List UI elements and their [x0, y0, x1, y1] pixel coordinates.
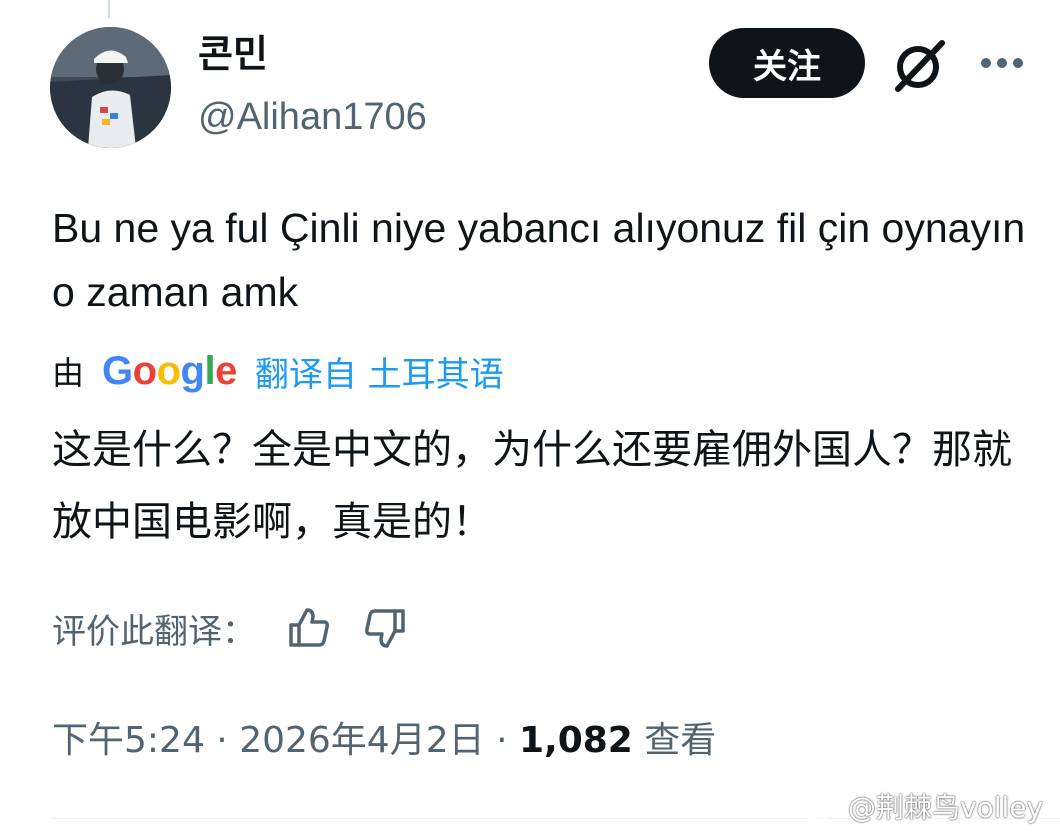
watermark-text: @荆棘鸟volley	[848, 791, 1044, 824]
meta-separator: ·	[484, 720, 519, 761]
tweet-text: Bu ne ya ful Çinli niye yabancı alıyonuz…	[52, 205, 1026, 315]
follow-button[interactable]: 关注	[709, 28, 865, 98]
weibo-logo-icon	[801, 793, 840, 822]
translation-attribution: 由 Google 翻译自 土耳其语	[52, 346, 504, 396]
author-display-name[interactable]: 콘민	[198, 30, 268, 80]
tweet-date[interactable]: 2026年4月2日	[239, 720, 484, 761]
tweet-meta: 下午5:24 · 2026年4月2日 · 1,082 查看	[52, 713, 716, 769]
translated-from-link[interactable]: 翻译自 土耳其语	[255, 347, 504, 396]
meta-separator: ·	[204, 720, 240, 761]
more-icon[interactable]	[978, 50, 1026, 76]
grok-icon[interactable]	[890, 35, 950, 95]
views-count: 1,082	[518, 720, 633, 761]
tweet-time[interactable]: 下午5:24	[52, 720, 205, 761]
avatar[interactable]	[50, 27, 171, 148]
translated-by-label: 由	[52, 354, 85, 392]
thumbs-down-icon[interactable]	[362, 605, 408, 651]
google-logo: Google	[102, 348, 237, 393]
author-handle[interactable]: @Alihan1706	[198, 94, 427, 140]
thumbs-up-icon[interactable]	[286, 605, 332, 651]
rate-translation-row: 评价此翻译：	[52, 600, 438, 656]
thread-connector-line	[108, 0, 110, 18]
rate-translation-label: 评价此翻译：	[52, 611, 256, 652]
translated-text: 这是什么？全是中文的，为什么还要雇佣外国人？那就放中国电影啊，真是的！	[52, 427, 1012, 545]
watermark: @荆棘鸟volley	[800, 786, 1043, 826]
views-label: 查看	[644, 720, 717, 761]
